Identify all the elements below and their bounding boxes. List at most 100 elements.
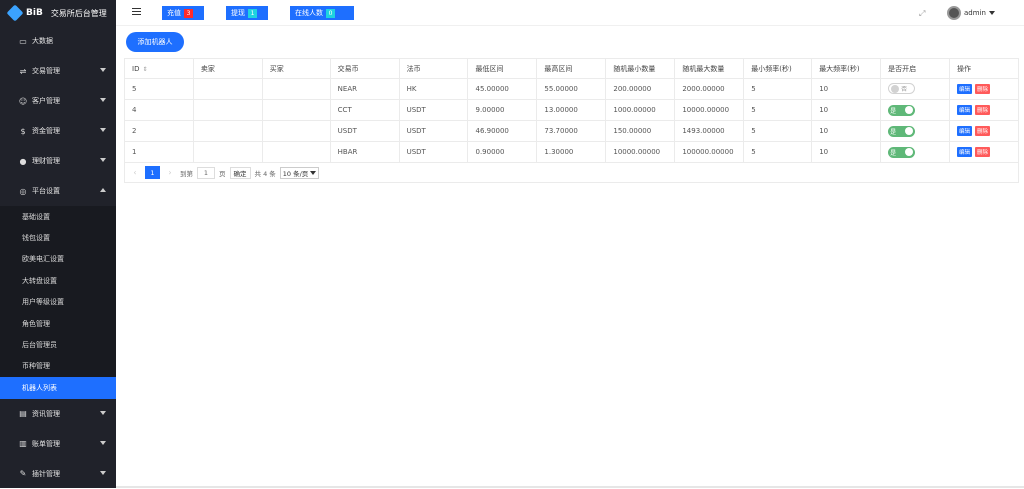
table-cell: 1.30000 — [536, 141, 607, 163]
submenu-item-3[interactable]: 大转盘设置 — [0, 270, 116, 291]
column-header: 最高区间 — [536, 58, 607, 79]
money-icon: $ — [20, 126, 26, 136]
table-cell: 150.00000 — [605, 120, 676, 142]
table-cell — [192, 120, 263, 142]
delete-button[interactable]: 删除 — [975, 126, 991, 136]
chevron-down-icon — [100, 410, 106, 415]
table-cell: 5 — [124, 78, 194, 100]
table-cell: 10 — [811, 99, 882, 121]
table-cell: 46.90000 — [467, 120, 538, 142]
enabled-toggle[interactable]: 是 — [888, 104, 916, 116]
table-cell: 0.90000 — [467, 141, 538, 163]
column-header: 买家 — [261, 58, 331, 79]
table-cell — [192, 99, 263, 121]
withdraw-badge[interactable]: 提现 1 — [226, 6, 268, 20]
edit-button[interactable]: 编辑 — [957, 126, 973, 136]
online-badge[interactable]: 在线人数 0 — [290, 6, 354, 20]
submenu-item-2[interactable]: 欧美电汇设置 — [0, 249, 116, 270]
submenu-item-4[interactable]: 用户等级设置 — [0, 292, 116, 313]
menu-toggle-icon[interactable] — [132, 8, 141, 17]
sidebar: BiB 交易所后台管理 ▭ 大数据 ⇌ 交易管理 ☺ 客户管理 $ 资金管理 ● 理财管理 ◎ 平台设… — [0, 0, 116, 488]
top-bar: 充值 3 提现 1 在线人数 0 ⤢ admin — [116, 0, 1024, 26]
recharge-badge[interactable]: 充值 3 — [162, 6, 204, 20]
sort-icon[interactable]: ⇕ — [142, 66, 147, 73]
table-cell: 编辑 删除 — [949, 99, 1019, 121]
recharge-label: 充值 — [167, 9, 181, 17]
table-cell: 否 — [880, 78, 950, 100]
submenu-item-0[interactable]: 基础设置 — [0, 206, 116, 227]
sidebar-item-top-4[interactable]: ● 理财管理 — [0, 146, 116, 176]
table-cell: HBAR — [329, 141, 400, 163]
table-row: 4 CCT USDT 9.00000 13.00000 1000.00000 10000.0… — [124, 99, 1019, 121]
sidebar-item-label: 资金管理 — [32, 127, 60, 135]
table-row: 5 NEAR HK 45.00000 55.00000 200.00000 2000.000… — [124, 78, 1019, 100]
enabled-toggle[interactable]: 是 — [888, 125, 916, 137]
page-size-select[interactable]: 10 条/页 — [279, 166, 320, 179]
table-cell: 4 — [124, 99, 194, 121]
goto-confirm-button[interactable]: 确定 — [229, 166, 251, 179]
sidebar-item-bottom-1[interactable]: ▥ 账单管理 — [0, 429, 116, 459]
table-cell: 1 — [124, 141, 194, 163]
withdraw-count: 1 — [248, 8, 257, 18]
sidebar-item-label: 理财管理 — [32, 157, 60, 165]
table-cell: 是 — [880, 99, 950, 121]
submenu-item-7[interactable]: 币种管理 — [0, 356, 116, 377]
robot-table: ID ⇕ 卖家 买家 交易币 法币 最低区间 最高区间 随机最小数量 随机最大数量 最小频率(秒) 最… — [124, 58, 1019, 163]
enabled-toggle[interactable]: 是 — [888, 146, 916, 158]
bill-icon: ▥ — [19, 439, 27, 449]
sidebar-item-top-2[interactable]: ☺ 客户管理 — [0, 86, 116, 116]
chevron-down-icon — [988, 11, 995, 15]
edit-button[interactable]: 编辑 — [957, 105, 973, 115]
table-cell: 10 — [811, 120, 882, 142]
table-cell — [261, 120, 331, 142]
chevron-down-icon — [100, 470, 106, 475]
goto-page-input[interactable]: 1 — [197, 166, 215, 179]
sidebar-item-top-5[interactable]: ◎ 平台设置 — [0, 176, 116, 206]
submenu: 基础设置 钱包设置 欧美电汇设置 大转盘设置 用户等级设置 角色管理 后台管理员 币种管理 机器… — [0, 206, 116, 399]
edit-button[interactable]: 编辑 — [957, 147, 973, 157]
current-page[interactable]: 1 — [145, 166, 160, 179]
table-cell: 9.00000 — [467, 99, 538, 121]
submenu-item-8[interactable]: 机器人列表 — [0, 377, 116, 399]
sidebar-item-bottom-0[interactable]: ▤ 资讯管理 — [0, 399, 116, 429]
submenu-item-6[interactable]: 后台管理员 — [0, 334, 116, 355]
column-header[interactable]: ID ⇕ — [124, 58, 194, 79]
fullscreen-icon[interactable]: ⤢ — [919, 9, 925, 19]
edit-button[interactable]: 编辑 — [957, 84, 973, 94]
delete-button[interactable]: 删除 — [975, 147, 991, 157]
submenu-item-1[interactable]: 钱包设置 — [0, 227, 116, 248]
sidebar-item-label: 平台设置 — [32, 187, 60, 195]
chevron-down-icon — [100, 158, 106, 162]
sidebar-item-top-0[interactable]: ▭ 大数据 — [0, 26, 116, 56]
sidebar-item-label: 客户管理 — [32, 97, 60, 105]
logo: BiB 交易所后台管理 — [0, 0, 116, 26]
enabled-toggle[interactable]: 否 — [888, 83, 916, 95]
table-cell: 编辑 删除 — [949, 141, 1019, 163]
table-cell: HK — [398, 78, 469, 100]
delete-button[interactable]: 删除 — [975, 84, 991, 94]
table-cell — [261, 78, 331, 100]
next-page-icon[interactable]: › — [164, 168, 176, 177]
prev-page-icon[interactable]: ‹ — [129, 168, 141, 177]
table-cell: 10 — [811, 141, 882, 163]
users-icon: ☺ — [18, 96, 28, 106]
table-cell: 编辑 删除 — [949, 120, 1019, 142]
add-robot-button[interactable]: 添加机器人 — [126, 32, 184, 52]
delete-button[interactable]: 删除 — [975, 105, 991, 115]
table-cell: 2000.00000 — [674, 78, 745, 100]
user-name: admin — [964, 9, 986, 17]
submenu-item-5[interactable]: 角色管理 — [0, 313, 116, 334]
sidebar-item-top-3[interactable]: $ 资金管理 — [0, 116, 116, 146]
table-cell: 45.00000 — [467, 78, 538, 100]
column-header: 卖家 — [192, 58, 263, 79]
column-header: 随机最大数量 — [674, 58, 745, 79]
avatar — [947, 6, 961, 20]
table-row: 1 HBAR USDT 0.90000 1.30000 10000.00000 100000… — [124, 141, 1019, 163]
sidebar-item-top-1[interactable]: ⇌ 交易管理 — [0, 56, 116, 86]
table-cell — [261, 141, 331, 163]
sidebar-item-bottom-2[interactable]: ✎ 插针管理 — [0, 459, 116, 489]
table-cell: 55.00000 — [536, 78, 607, 100]
logo-text: BiB — [26, 8, 43, 18]
user-menu[interactable]: admin — [947, 6, 995, 20]
column-header: 最小频率(秒) — [743, 58, 813, 79]
